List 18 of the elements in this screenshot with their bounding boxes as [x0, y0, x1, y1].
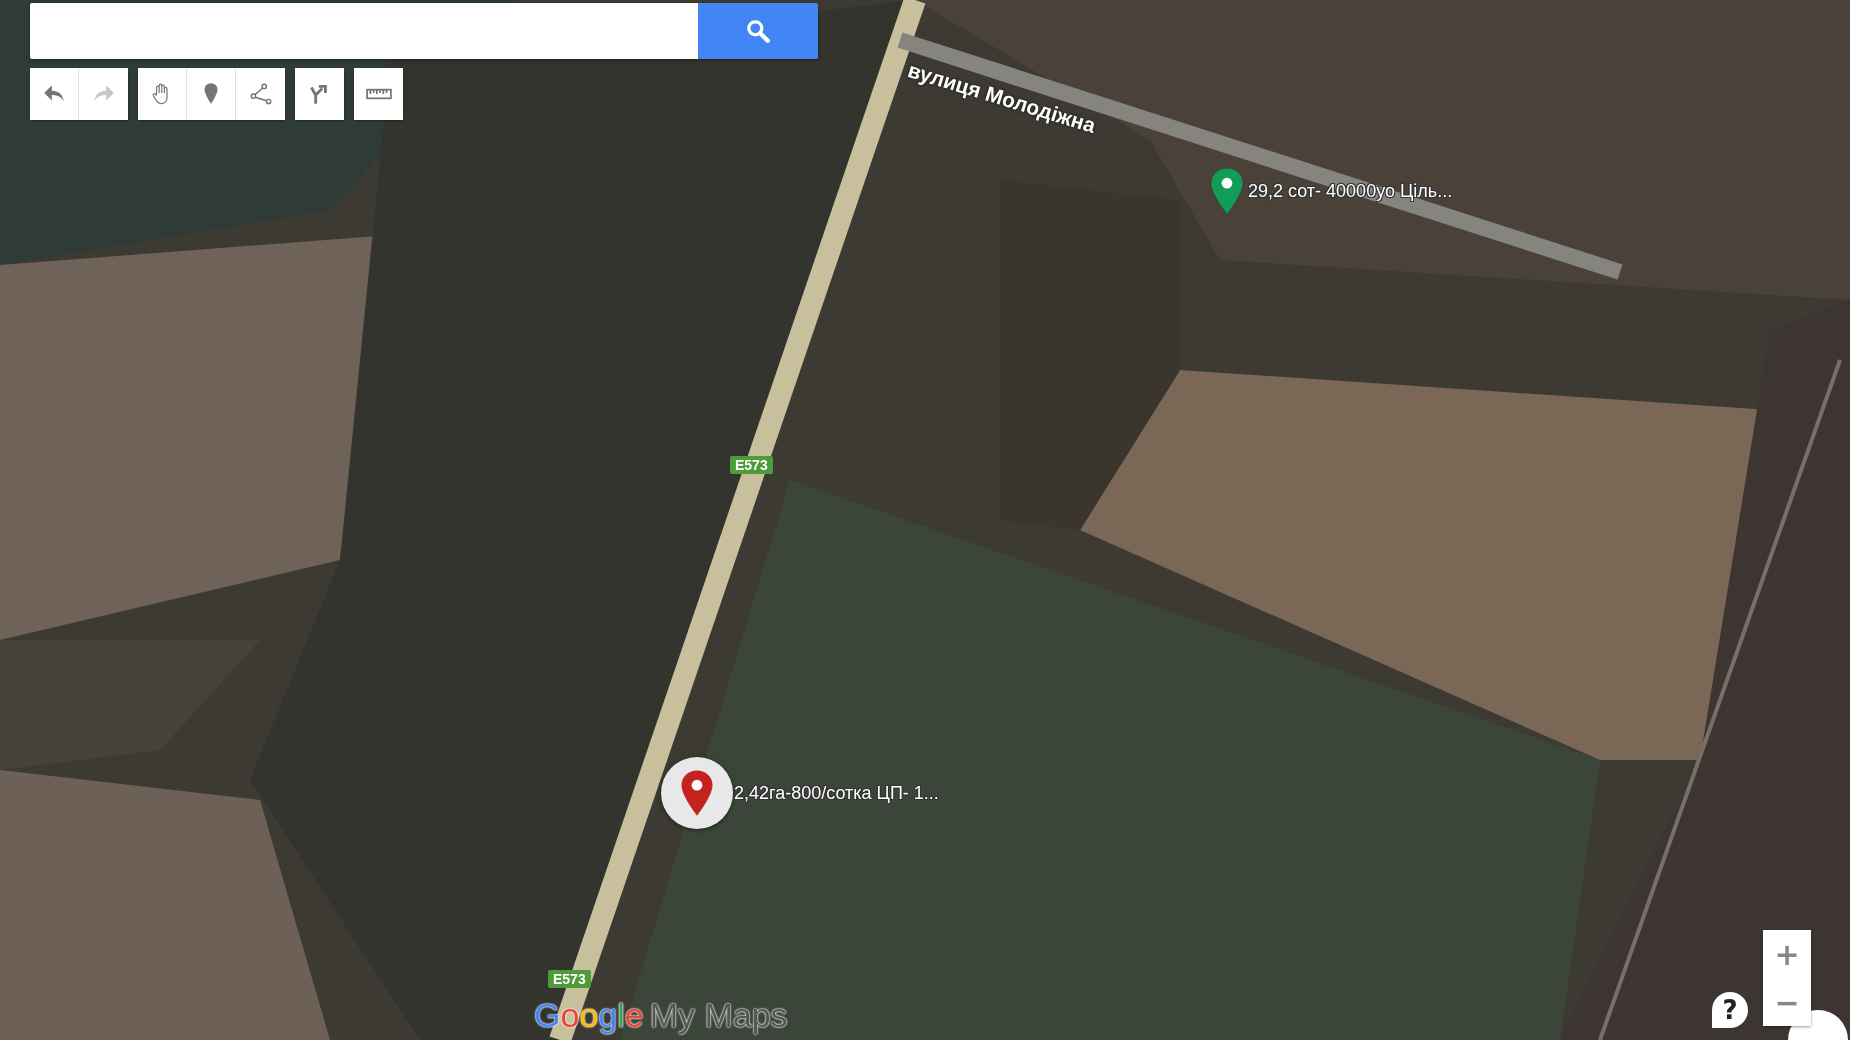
search-field[interactable] — [30, 3, 698, 59]
zoom-out-button[interactable]: − — [1763, 978, 1811, 1026]
route-tool-button[interactable] — [295, 68, 344, 120]
marker-label: 29,2 сот- 40000уо Ціль... — [1248, 180, 1453, 202]
marker-label: 2,42га-800/сотка ЦП- 1... — [734, 782, 939, 804]
line-tool-button[interactable] — [236, 68, 285, 120]
map-pin-icon[interactable] — [1210, 167, 1244, 215]
undo-tool-button[interactable] — [30, 68, 79, 120]
map-pin-icon[interactable] — [680, 769, 714, 817]
search-icon — [745, 18, 771, 44]
zoom-in-button[interactable]: + — [1763, 930, 1811, 978]
ruler-tool-button[interactable] — [354, 68, 403, 120]
search-button[interactable] — [698, 3, 818, 59]
road-number-label: E573 — [730, 456, 773, 474]
hand-tool-button[interactable] — [138, 68, 187, 120]
road-number-label: E573 — [548, 970, 591, 988]
google-my-maps-logo: Google My Maps — [534, 996, 788, 1035]
marker-tool-button[interactable] — [187, 68, 236, 120]
